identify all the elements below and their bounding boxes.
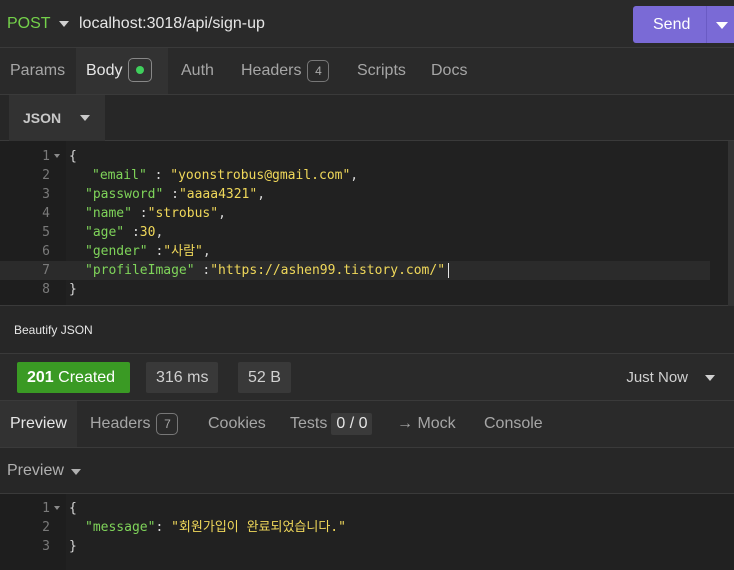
tab-label: → Mock <box>397 415 456 432</box>
url-bar: POST localhost:3018/api/sign-up Send <box>0 0 734 48</box>
tab-label: Body <box>86 62 123 79</box>
tab-label: Headers <box>241 62 302 79</box>
code-line: 2 "message": "회원가입이 완료되었습니다." <box>0 518 710 537</box>
code-line[interactable]: 5 "age" :30, <box>0 223 710 242</box>
response-body-viewer[interactable]: 1 { 2 "message": "회원가입이 완료되었습니다." 3 } <box>0 494 734 570</box>
code-text: "password" :"aaaa4321", <box>85 187 266 202</box>
code-text: { <box>69 501 77 516</box>
chevron-down-icon[interactable] <box>59 21 69 27</box>
line-number: 6 <box>42 244 50 259</box>
body-format-label: JSON <box>23 110 62 126</box>
code-line[interactable]: 1 { <box>0 147 710 166</box>
method-select[interactable]: POST <box>7 15 51 33</box>
line-number: 7 <box>42 263 50 278</box>
editor-footer: Beautify JSON <box>0 306 734 354</box>
tab-tests[interactable]: Tests 0 / 0 <box>280 401 382 447</box>
tab-label: Docs <box>431 62 468 79</box>
tab-label: Auth <box>181 62 214 79</box>
chevron-down-icon[interactable] <box>705 375 715 381</box>
response-time: 316 ms <box>146 362 219 393</box>
text-cursor <box>448 263 450 278</box>
code-text: { <box>69 149 77 164</box>
line-number: 5 <box>42 225 50 240</box>
tab-label: Params <box>10 62 66 79</box>
chevron-down-icon[interactable] <box>71 469 81 475</box>
tab-label: Scripts <box>357 62 406 79</box>
history-timestamp[interactable]: Just Now <box>626 369 688 386</box>
code-line[interactable]: 8 } <box>0 280 710 299</box>
line-number: 3 <box>42 539 50 554</box>
body-format-bar: JSON <box>0 95 734 141</box>
tab-docs[interactable]: Docs <box>421 48 477 94</box>
tab-label: Headers <box>90 415 151 432</box>
tab-mock[interactable]: → Mock <box>387 401 466 447</box>
line-number: 2 <box>42 520 50 535</box>
tab-preview[interactable]: Preview <box>0 401 77 447</box>
chevron-down-icon[interactable] <box>716 22 728 29</box>
tab-headers[interactable]: Headers 4 <box>231 48 339 94</box>
code-text: "profileImage" :"https://ashen99.tistory… <box>85 261 450 280</box>
send-button[interactable]: Send <box>633 6 734 43</box>
code-line[interactable]: 6 "gender" :"사람", <box>0 242 710 261</box>
tab-console[interactable]: Console <box>474 401 553 447</box>
code-text: } <box>69 282 77 297</box>
tab-body[interactable]: Body <box>76 48 168 94</box>
chevron-down-icon <box>80 115 90 121</box>
request-tabs: Params Body Auth Headers 4 Scripts Docs <box>0 48 734 95</box>
tab-scripts[interactable]: Scripts <box>347 48 416 94</box>
tab-label: Tests <box>290 415 328 432</box>
body-active-indicator <box>128 57 153 82</box>
request-body-editor[interactable]: 1 { 2 "email" : "yoonstrobus@gmail.com",… <box>0 141 734 306</box>
url-input[interactable]: localhost:3018/api/sign-up <box>79 15 265 33</box>
response-size: 52 B <box>238 362 291 393</box>
preview-mode-bar: Preview <box>0 448 734 494</box>
code-text: "age" :30, <box>85 225 164 240</box>
code-text: "gender" :"사람", <box>85 244 211 259</box>
code-text: } <box>69 539 77 554</box>
line-number: 8 <box>42 282 50 297</box>
tab-params[interactable]: Params <box>0 48 75 94</box>
code-line[interactable]: 4 "name" :"strobus", <box>0 204 710 223</box>
body-format-select[interactable]: JSON <box>9 95 105 141</box>
green-dot-icon <box>136 65 145 74</box>
tab-label: Cookies <box>208 415 266 432</box>
code-text: "message": "회원가입이 완료되었습니다." <box>85 520 346 535</box>
tab-label: Preview <box>10 415 67 432</box>
code-line: 3 } <box>0 537 710 556</box>
headers-count-badge: 7 <box>156 412 179 435</box>
send-divider <box>706 6 707 43</box>
code-line[interactable]: 2 "email" : "yoonstrobus@gmail.com", <box>0 166 710 185</box>
tab-response-headers[interactable]: Headers 7 <box>80 401 188 447</box>
editor-scrollbar[interactable] <box>728 141 734 306</box>
line-number: 1 <box>42 149 50 164</box>
fold-icon[interactable] <box>54 154 60 158</box>
code-line: 1 { <box>0 499 710 518</box>
tab-label: Console <box>484 415 543 432</box>
line-number: 1 <box>42 501 50 516</box>
code-text: "email" : "yoonstrobus@gmail.com", <box>92 168 359 183</box>
tab-cookies[interactable]: Cookies <box>198 401 276 447</box>
beautify-json-button[interactable]: Beautify JSON <box>14 323 93 337</box>
response-tabs: Preview Headers 7 Cookies Tests 0 / 0 → Mo… <box>0 401 734 448</box>
line-number: 2 <box>42 168 50 183</box>
preview-mode-select[interactable]: Preview <box>7 462 64 480</box>
line-number: 4 <box>42 206 50 221</box>
fold-icon[interactable] <box>54 506 60 510</box>
send-button-label: Send <box>653 16 691 33</box>
status-badge: 201 Created <box>17 362 130 393</box>
tests-count-badge: 0 / 0 <box>331 413 373 435</box>
response-status-bar: 201 Created 316 ms 52 B Just Now <box>0 354 734 401</box>
code-line[interactable]: 3 "password" :"aaaa4321", <box>0 185 710 204</box>
headers-count-badge: 4 <box>307 59 330 82</box>
tab-auth[interactable]: Auth <box>171 48 224 94</box>
code-line-current[interactable]: 7 "profileImage" :"https://ashen99.tisto… <box>0 261 710 280</box>
code-text: "name" :"strobus", <box>85 206 226 221</box>
line-number: 3 <box>42 187 50 202</box>
